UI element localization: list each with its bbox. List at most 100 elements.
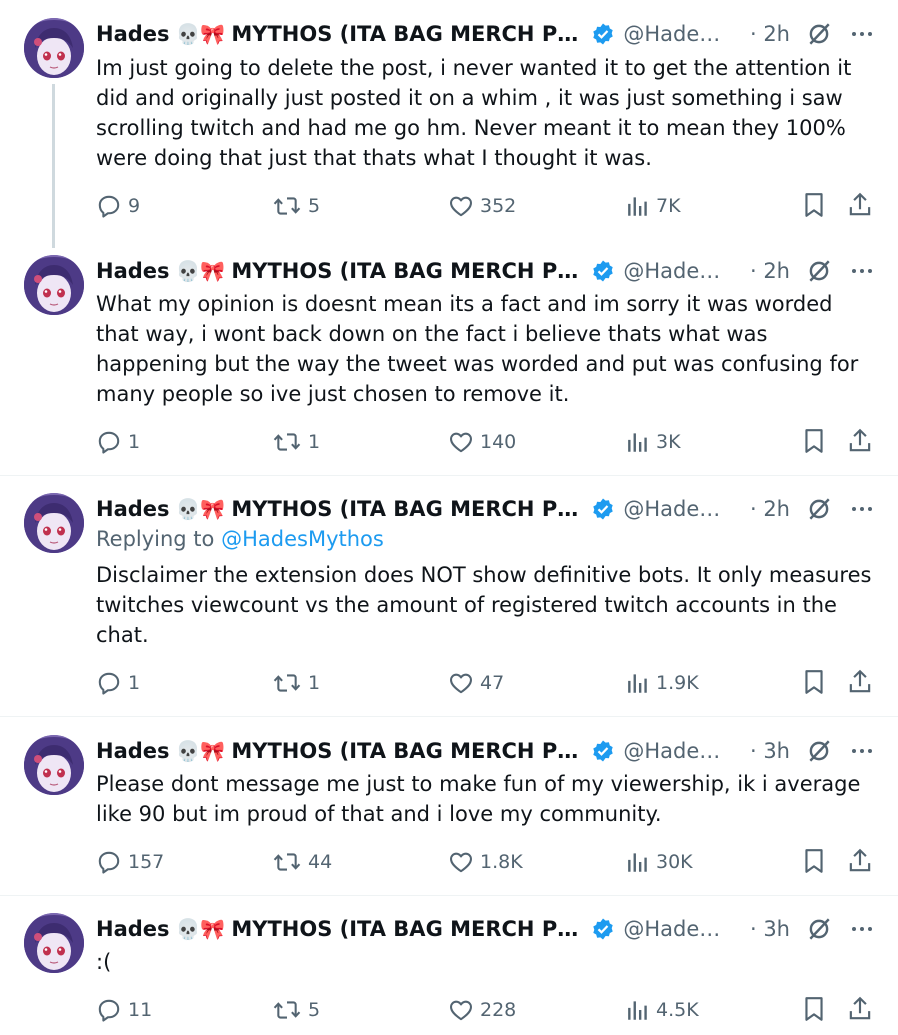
share-button[interactable] bbox=[847, 847, 873, 879]
author-display-name[interactable]: MYTHOS (ITA BAG MERCH PR... bbox=[231, 22, 583, 46]
avatar[interactable] bbox=[24, 255, 84, 315]
like-button[interactable]: 1.8K bbox=[448, 849, 523, 875]
more-icon[interactable] bbox=[850, 22, 874, 46]
retweet-button[interactable]: 44 bbox=[272, 849, 332, 875]
bookmark-icon bbox=[802, 427, 826, 459]
tweet-header: Hades 💀🎀 MYTHOS (ITA BAG MERCH PR... @Ha… bbox=[96, 914, 874, 944]
author-name[interactable]: Hades bbox=[96, 259, 170, 283]
bookmark-icon bbox=[802, 847, 826, 879]
verified-badge-icon[interactable] bbox=[591, 739, 615, 763]
reply-button[interactable]: 1 bbox=[96, 670, 140, 696]
tweet-text: Please dont message me just to make fun … bbox=[96, 772, 868, 826]
grok-icon[interactable] bbox=[806, 21, 832, 47]
avatar[interactable] bbox=[24, 493, 84, 553]
tweet-header: Hades 💀🎀 MYTHOS (ITA BAG MERCH PR... @Ha… bbox=[96, 736, 874, 766]
reply-icon bbox=[96, 849, 122, 875]
author-handle[interactable]: @Hades... bbox=[623, 917, 730, 941]
views-icon bbox=[626, 670, 650, 696]
tweet-timestamp[interactable]: · 3h bbox=[750, 917, 790, 941]
bookmark-button[interactable] bbox=[802, 995, 826, 1027]
retweet-button[interactable]: 1 bbox=[272, 429, 320, 455]
tweet-timestamp[interactable]: · 2h bbox=[750, 497, 790, 521]
author-handle[interactable]: @Hades... bbox=[623, 259, 730, 283]
author-name[interactable]: Hades bbox=[96, 22, 170, 46]
retweet-icon bbox=[272, 997, 302, 1023]
share-button[interactable] bbox=[847, 668, 873, 700]
retweet-icon bbox=[272, 193, 302, 219]
reply-icon bbox=[96, 670, 122, 696]
retweet-button[interactable]: 5 bbox=[272, 193, 320, 219]
author-name[interactable]: Hades bbox=[96, 739, 170, 763]
author-display-name[interactable]: MYTHOS (ITA BAG MERCH PR... bbox=[231, 739, 583, 763]
grok-icon[interactable] bbox=[806, 738, 832, 764]
thread-line bbox=[52, 84, 55, 248]
grok-icon[interactable] bbox=[806, 916, 832, 942]
tweet-timestamp[interactable]: · 3h bbox=[750, 739, 790, 763]
tweet-timestamp[interactable]: · 2h bbox=[750, 259, 790, 283]
verified-badge-icon[interactable] bbox=[591, 22, 615, 46]
share-button[interactable] bbox=[847, 427, 873, 459]
retweet-icon bbox=[272, 670, 302, 696]
reply-count: 1 bbox=[128, 672, 141, 694]
like-button[interactable]: 352 bbox=[448, 193, 516, 219]
views-count: 30K bbox=[656, 851, 693, 873]
grok-icon[interactable] bbox=[806, 258, 832, 284]
share-button[interactable] bbox=[847, 995, 873, 1027]
views-count: 3K bbox=[656, 431, 681, 453]
views-button[interactable]: 30K bbox=[626, 849, 693, 875]
author-emoji: 💀🎀 bbox=[175, 917, 226, 941]
replying-to: Replying to @HadesMythos bbox=[96, 527, 384, 551]
reply-button[interactable]: 11 bbox=[96, 997, 152, 1023]
views-button[interactable]: 1.9K bbox=[626, 670, 699, 696]
like-count: 1.8K bbox=[480, 851, 523, 873]
author-handle[interactable]: @Hades... bbox=[623, 739, 730, 763]
like-button[interactable]: 47 bbox=[448, 670, 504, 696]
bookmark-button[interactable] bbox=[802, 427, 826, 459]
views-button[interactable]: 4.5K bbox=[626, 997, 699, 1023]
like-button[interactable]: 228 bbox=[448, 997, 516, 1023]
author-name[interactable]: Hades bbox=[96, 497, 170, 521]
author-emoji: 💀🎀 bbox=[175, 497, 226, 521]
reply-button[interactable]: 1 bbox=[96, 429, 140, 455]
views-button[interactable]: 3K bbox=[626, 429, 681, 455]
author-name[interactable]: Hades bbox=[96, 917, 170, 941]
bookmark-button[interactable] bbox=[802, 847, 826, 879]
avatar[interactable] bbox=[24, 18, 84, 78]
avatar[interactable] bbox=[24, 913, 84, 973]
share-button[interactable] bbox=[847, 191, 873, 223]
bookmark-button[interactable] bbox=[802, 668, 826, 700]
retweet-icon bbox=[272, 429, 302, 455]
views-icon bbox=[626, 849, 650, 875]
author-handle[interactable]: @Hades... bbox=[623, 497, 730, 521]
more-icon[interactable] bbox=[850, 917, 874, 941]
retweet-button[interactable]: 5 bbox=[272, 997, 320, 1023]
grok-icon[interactable] bbox=[806, 496, 832, 522]
reply-button[interactable]: 157 bbox=[96, 849, 164, 875]
author-display-name[interactable]: MYTHOS (ITA BAG MERCH PR... bbox=[231, 497, 583, 521]
reply-icon bbox=[96, 997, 122, 1023]
verified-badge-icon[interactable] bbox=[591, 259, 615, 283]
views-count: 4.5K bbox=[656, 999, 699, 1021]
avatar[interactable] bbox=[24, 735, 84, 795]
retweet-button[interactable]: 1 bbox=[272, 670, 320, 696]
like-count: 140 bbox=[480, 431, 517, 453]
views-icon bbox=[626, 429, 650, 455]
tweet-divider bbox=[0, 475, 898, 476]
like-button[interactable]: 140 bbox=[448, 429, 516, 455]
reply-count: 1 bbox=[128, 431, 141, 453]
like-icon bbox=[448, 670, 474, 696]
reply-button[interactable]: 9 bbox=[96, 193, 140, 219]
views-button[interactable]: 7K bbox=[626, 193, 681, 219]
author-handle[interactable]: @Hades... bbox=[623, 22, 730, 46]
verified-badge-icon[interactable] bbox=[591, 497, 615, 521]
more-icon[interactable] bbox=[850, 497, 874, 521]
author-display-name[interactable]: MYTHOS (ITA BAG MERCH PR... bbox=[231, 259, 583, 283]
retweet-icon bbox=[272, 849, 302, 875]
verified-badge-icon[interactable] bbox=[591, 917, 615, 941]
author-display-name[interactable]: MYTHOS (ITA BAG MERCH PR... bbox=[231, 917, 583, 941]
tweet-timestamp[interactable]: · 2h bbox=[750, 22, 790, 46]
replying-mention-link[interactable]: @HadesMythos bbox=[221, 527, 384, 551]
more-icon[interactable] bbox=[850, 739, 874, 763]
more-icon[interactable] bbox=[850, 259, 874, 283]
bookmark-button[interactable] bbox=[802, 191, 826, 223]
